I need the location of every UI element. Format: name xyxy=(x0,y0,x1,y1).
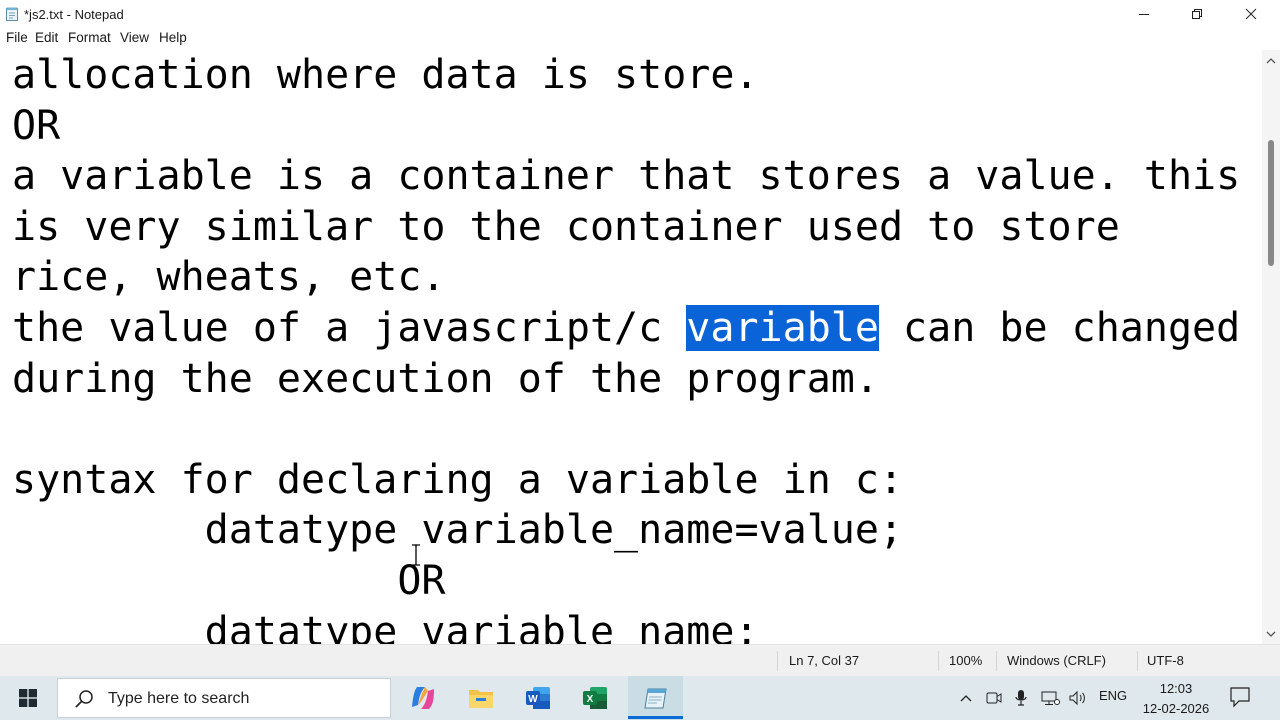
encoding: UTF-8 xyxy=(1147,653,1184,668)
menu-bar: File Edit Format View Help xyxy=(0,28,1280,50)
status-bar: Ln 7, Col 37 100% Windows (CRLF) UTF-8 xyxy=(0,644,1280,676)
editor-line: is very similar to the container used to… xyxy=(12,203,1120,250)
menu-view[interactable]: View xyxy=(119,30,150,45)
network-button[interactable] xyxy=(1040,688,1060,708)
editor-line: OR xyxy=(12,102,61,149)
notepad-app-icon xyxy=(6,7,18,21)
chevron-down-icon xyxy=(1266,631,1276,637)
editor-line: during the execution of the program. xyxy=(12,355,879,402)
window-title: *js2.txt - Notepad xyxy=(24,7,124,22)
line-ending: Windows (CRLF) xyxy=(1007,653,1106,668)
copilot-icon xyxy=(412,687,434,709)
input-language[interactable]: ENG xyxy=(1099,688,1127,703)
editor-line: datatype variable_name; xyxy=(12,608,759,644)
scroll-up-button[interactable] xyxy=(1262,53,1280,69)
status-divider xyxy=(938,651,939,671)
taskbar-search[interactable]: Type here to search xyxy=(57,678,391,718)
start-button[interactable] xyxy=(0,676,56,720)
status-divider xyxy=(777,651,778,671)
status-divider xyxy=(996,651,997,671)
file-explorer-icon xyxy=(469,690,493,708)
editor-line: OR xyxy=(12,557,446,604)
close-icon xyxy=(1245,8,1257,20)
taskbar: Type here to search W X xyxy=(0,676,1280,720)
speaker-icon xyxy=(1069,690,1085,706)
meet-now-button[interactable] xyxy=(985,688,1003,708)
windows-logo-icon xyxy=(19,689,37,707)
editor-line: rice, wheats, etc. xyxy=(12,254,446,301)
scroll-down-button[interactable] xyxy=(1262,626,1280,642)
clock[interactable]: 12:03 12-02-2026 xyxy=(1138,679,1214,719)
cursor-position: Ln 7, Col 37 xyxy=(789,653,860,668)
taskbar-file-explorer[interactable] xyxy=(455,676,507,720)
editor-line-with-selection: the value of a javascript/c variable can… xyxy=(12,303,1240,354)
vertical-scrollbar[interactable] xyxy=(1262,50,1280,644)
minimize-button[interactable] xyxy=(1117,0,1171,28)
menu-file[interactable]: File xyxy=(5,30,29,45)
editor-line: allocation where data is store. xyxy=(12,52,759,98)
search-icon xyxy=(75,690,93,708)
close-button[interactable] xyxy=(1224,0,1278,28)
editor-content: allocation where data is store. OR a var… xyxy=(12,50,1240,644)
ibeam-cursor-icon xyxy=(412,544,420,566)
microphone-button[interactable] xyxy=(1013,688,1029,708)
svg-text:W: W xyxy=(528,694,538,705)
taskbar-copilot[interactable] xyxy=(397,676,449,720)
editor-line: a variable is a container that stores a … xyxy=(12,153,1241,200)
clock-date: 12-02-2026 xyxy=(1142,701,1210,716)
notepad-icon xyxy=(643,688,667,709)
line-text-before-selection: the value of a javascript/c xyxy=(12,304,687,351)
restore-button[interactable] xyxy=(1170,0,1224,28)
title-bar: *js2.txt - Notepad xyxy=(0,0,1280,28)
zoom-level: 100% xyxy=(949,653,983,668)
status-divider xyxy=(1137,651,1138,671)
active-app-indicator xyxy=(628,716,683,719)
chevron-up-icon xyxy=(960,695,972,702)
menu-help[interactable]: Help xyxy=(158,30,188,45)
taskbar-notepad[interactable] xyxy=(628,676,683,720)
text-editor[interactable]: allocation where data is store. OR a var… xyxy=(0,50,1262,644)
clock-time: 12:03 xyxy=(1159,681,1193,696)
word-icon: W xyxy=(526,687,550,709)
camera-icon xyxy=(986,692,1002,704)
taskbar-excel[interactable]: X xyxy=(569,676,621,720)
restore-icon xyxy=(1192,9,1202,19)
line-text-after-selection: can be changed xyxy=(878,304,1241,351)
menu-format[interactable]: Format xyxy=(67,30,112,45)
search-placeholder: Type here to search xyxy=(108,690,250,707)
editor-line: datatype variable_name=value; xyxy=(12,507,904,554)
microphone-icon xyxy=(1015,690,1027,706)
taskbar-word[interactable]: W xyxy=(512,676,564,720)
notification-icon[interactable] xyxy=(1228,686,1252,708)
scrollbar-thumb[interactable] xyxy=(1268,140,1274,266)
excel-icon: X xyxy=(583,687,607,709)
selected-text: variable xyxy=(686,304,879,351)
chevron-up-icon xyxy=(1266,58,1276,64)
volume-button[interactable] xyxy=(1068,688,1088,708)
editor-line: syntax for declaring a variable in c: xyxy=(12,456,904,503)
svg-text:X: X xyxy=(587,694,594,705)
minimize-icon xyxy=(1139,14,1149,15)
show-hidden-icons-button[interactable] xyxy=(958,688,974,708)
network-icon xyxy=(1041,691,1060,705)
menu-edit[interactable]: Edit xyxy=(34,30,59,45)
